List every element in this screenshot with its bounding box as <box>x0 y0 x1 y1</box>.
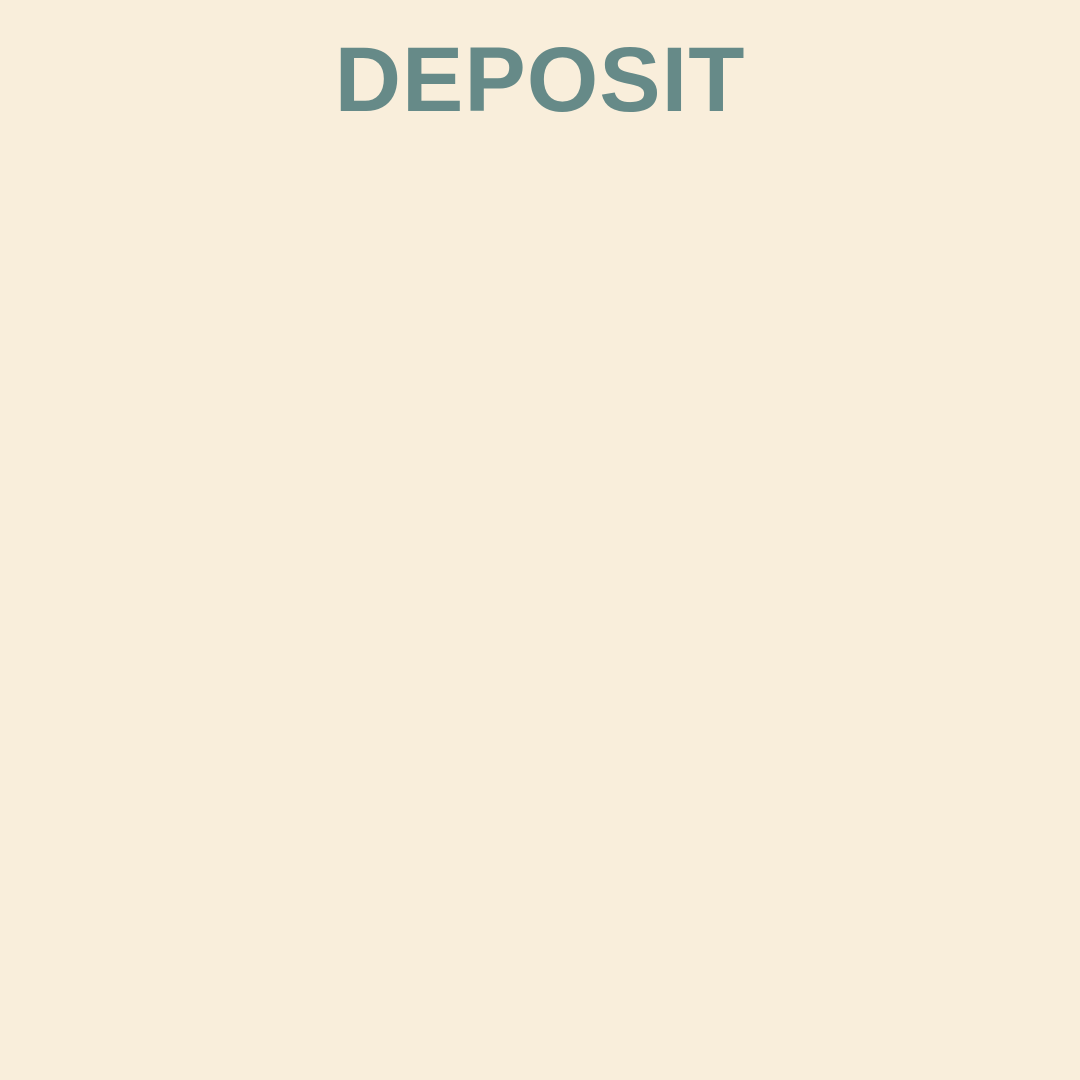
page-title: DEPOSIT <box>334 29 746 131</box>
deposit-screen: DEPOSIT <box>0 0 1080 1080</box>
empty-content-area <box>0 150 1080 1080</box>
